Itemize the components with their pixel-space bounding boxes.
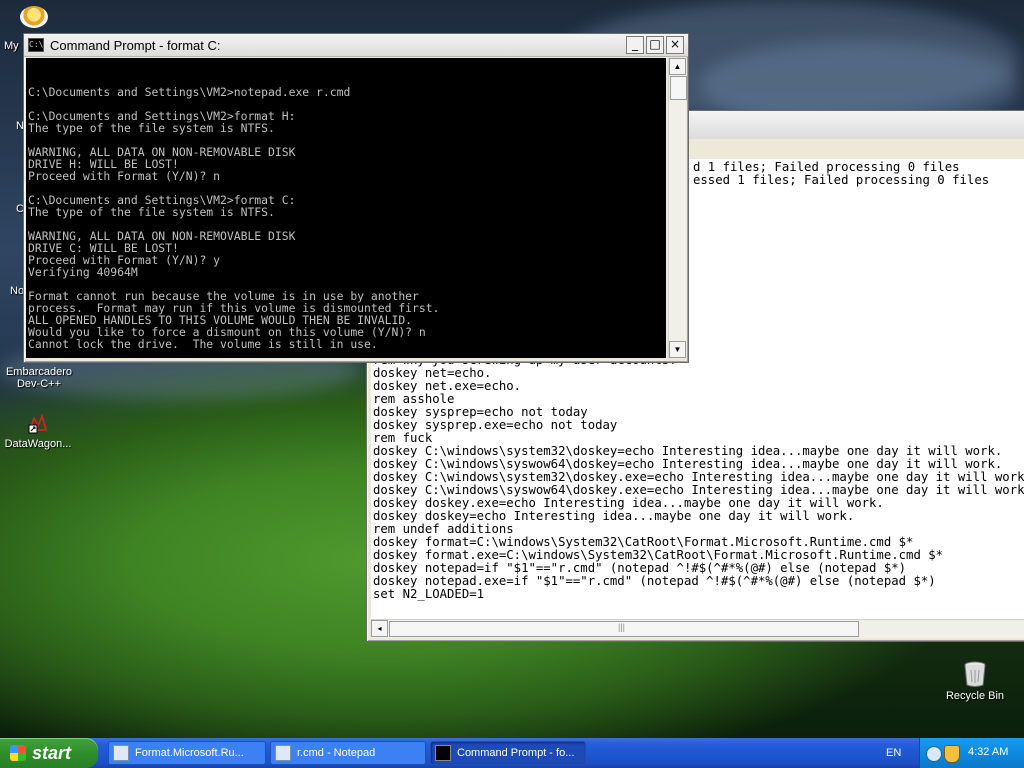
desktop-icon-devcpp[interactable]: Embarcadero Dev-C++ [2,366,76,390]
console-line: C:\Documents and Settings\VM2>notepad.ex… [28,85,351,99]
desktop-icon-label: Dev-C++ [16,378,62,390]
desktop-icon-recycle-bin[interactable]: Recycle Bin [940,660,1010,702]
taskbar: start Format.Microsoft.Ru... r.cmd - Not… [0,738,1024,768]
taskbar-item-notepad[interactable]: r.cmd - Notepad [270,741,426,765]
system-tray: 4:32 AM [919,738,1024,768]
console-line: Verifying 40964M [28,265,138,279]
taskbar-item-label: r.cmd - Notepad [297,747,376,759]
desktop-icon-label: DataWagon... [4,438,72,450]
notepad-line: doskey sysprep.exe=echo not today [373,418,618,432]
console-output[interactable]: C:\Documents and Settings\VM2>notepad.ex… [26,58,666,358]
cmd-icon [435,745,451,761]
taskbar-item-format[interactable]: Format.Microsoft.Ru... [108,741,266,765]
folder-window-icon [113,745,129,761]
console-line: The type of the file system is NTFS. [28,121,275,135]
maximize-button[interactable]: □ [646,36,664,54]
desktop-partial-label: No [10,285,25,297]
notepad-line: doskey net.exe=echo. [373,379,522,393]
shield-icon[interactable] [944,745,960,763]
taskbar-item-cmd[interactable]: Command Prompt - fo... [430,741,586,765]
cmd-titlebar[interactable]: C:\ Command Prompt - format C: _ □ × [24,34,688,57]
datawagon-icon [26,412,50,436]
cmd-vertical-scrollbar[interactable]: ▲ ▼ [668,58,687,358]
window-title: Command Prompt - format C: [50,37,221,53]
cmd-window[interactable]: C:\ Command Prompt - format C: _ □ × C:\… [23,33,689,363]
notepad-text-lines: rem why you screwing up my user accounts… [373,354,1024,601]
scroll-thumb[interactable] [670,76,687,100]
scroll-down-icon[interactable]: ▼ [669,341,686,358]
desktop-icon-label: Recycle Bin [945,690,1005,702]
notepad-horizontal-scrollbar[interactable]: ◂ ||| [371,619,1024,638]
scroll-left-icon[interactable]: ◂ [371,620,388,637]
notepad-icon [275,745,291,761]
console-line: The type of the file system is NTFS. [28,205,275,219]
minimize-button[interactable]: _ [626,36,644,54]
notepad-top-line: essed 1 files; Failed processing 0 files [693,173,990,187]
taskbar-item-label: Format.Microsoft.Ru... [135,747,244,759]
start-button[interactable]: start [0,738,98,768]
console-line: Proceed with Format (Y/N)? n [28,169,221,183]
console-lines: C:\Documents and Settings\VM2>notepad.ex… [28,86,666,358]
recycle-bin-icon [963,660,987,688]
desktop-icon-label: Embarcadero [5,366,73,378]
console-line: Cannot lock the drive. The volume is sti… [28,337,378,351]
desktop-icon-datawagon[interactable]: DataWagon... [0,412,76,450]
language-indicator[interactable]: EN [886,747,901,759]
taskbar-item-label: Command Prompt - fo... [457,747,575,759]
network-icon[interactable] [926,746,942,762]
windows-logo-icon [10,745,26,761]
my-documents-icon [20,6,48,28]
clock[interactable]: 4:32 AM [968,746,1008,758]
notepad-line: set N2_LOADED=1 [373,587,485,601]
scroll-up-icon[interactable]: ▲ [669,58,686,75]
close-button[interactable]: × [666,36,684,54]
cmd-icon: C:\ [28,38,44,52]
scroll-thumb[interactable]: ||| [389,621,859,637]
start-label: start [32,742,72,763]
